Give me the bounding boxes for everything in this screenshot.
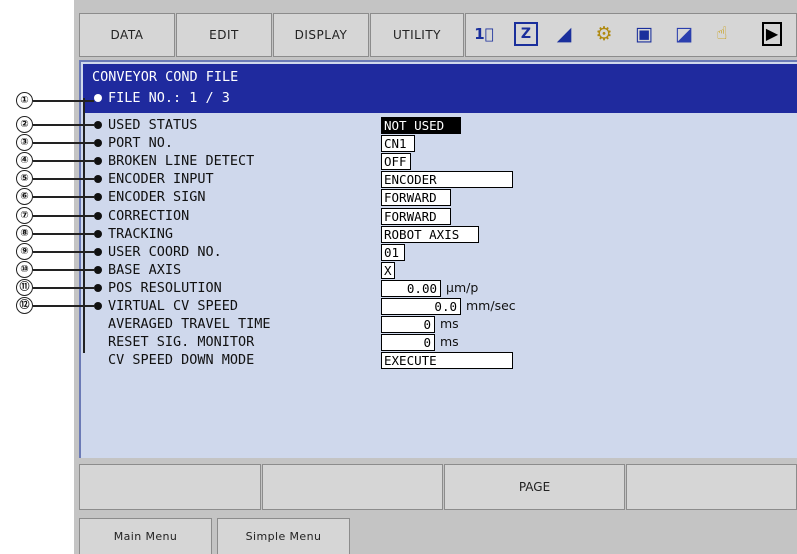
callout-connector [83, 98, 85, 353]
field-value[interactable]: NOT USED [381, 117, 461, 134]
field-value[interactable]: CN1 [381, 135, 415, 153]
field-value[interactable]: 0.00 [381, 279, 441, 297]
field-label: TRACKING [108, 225, 174, 242]
signal-icon: ◢ [556, 23, 572, 45]
field-unit: ms [440, 334, 459, 350]
field-label: VIRTUAL CV SPEED [108, 298, 239, 314]
callout-marker: ⑧ [16, 224, 33, 242]
callout-marker: ③ [16, 134, 33, 152]
top-menu-bar: DATA EDIT DISPLAY UTILITY 1⃞ Z ◢ ⚙ ▣ ◪ ☝… [79, 13, 797, 59]
callout-marker: ⑤ [16, 170, 33, 188]
callout-marker: ⑩ [16, 260, 33, 278]
field-unit: mm/sec [466, 298, 516, 313]
numbers-icon: 1⃞ [474, 25, 494, 43]
field-label: ENCODER INPUT [108, 171, 214, 188]
field-value[interactable]: 01 [381, 243, 405, 261]
callout-marker: ⑫ [16, 297, 33, 314]
function-key-1[interactable] [79, 464, 261, 510]
bullet-icon [94, 94, 102, 102]
bullet-icon [94, 302, 102, 310]
field-label: CV SPEED DOWN MODE [108, 352, 255, 369]
simple-menu-button[interactable]: Simple Menu [217, 518, 350, 554]
field-value[interactable]: 0 [381, 316, 435, 334]
edit-mode-icon: Z [514, 22, 538, 46]
gear-icon: ⚙ [595, 23, 613, 45]
page-button[interactable]: PAGE [444, 464, 625, 510]
bullet-icon [94, 247, 102, 256]
field-unit: μm/p [446, 279, 479, 295]
field-value[interactable]: ENCODER [381, 171, 513, 189]
field-value[interactable]: OFF [381, 153, 411, 171]
function-bar: PAGE [79, 464, 797, 512]
status-icon-strip: 1⃞ Z ◢ ⚙ ▣ ◪ ☝ ▶ [465, 13, 797, 57]
bullet-icon [94, 283, 102, 292]
field-label: BASE AXIS [108, 261, 182, 278]
field-value[interactable]: FORWARD [381, 207, 451, 225]
camera-icon: ▣ [635, 23, 653, 45]
field-label: CORRECTION [108, 207, 190, 224]
field-label: RESET SIG. MONITOR [108, 334, 255, 351]
callout-marker: ⑥ [16, 188, 33, 206]
field-label: ENCODER SIGN [108, 189, 206, 206]
field-value[interactable]: EXECUTE [381, 352, 513, 370]
field-value[interactable]: 0 [381, 334, 435, 352]
hand-icon: ☝ [716, 23, 728, 44]
field-value[interactable]: 0.0 [381, 298, 461, 315]
bullet-icon [94, 121, 102, 129]
field-label: PORT NO. [108, 135, 174, 152]
bullet-icon [94, 265, 102, 274]
field-unit: ms [440, 316, 459, 332]
page-title: CONVEYOR COND FILE [92, 69, 239, 85]
bullet-icon [94, 229, 102, 238]
menu-utility-button[interactable]: UTILITY [370, 13, 464, 57]
callout-marker: ① [16, 92, 33, 109]
menu-edit-button[interactable]: EDIT [176, 13, 272, 57]
callout-marker: ⑪ [16, 278, 33, 296]
field-value[interactable]: FORWARD [381, 189, 451, 207]
field-value[interactable]: X [381, 261, 395, 279]
field-label: USER COORD NO. [108, 243, 222, 260]
menu-display-button[interactable]: DISPLAY [273, 13, 369, 57]
callout-marker: ② [16, 116, 33, 133]
function-key-4[interactable] [626, 464, 797, 510]
field-value[interactable]: ROBOT AXIS [381, 225, 479, 243]
field-label: USED STATUS [108, 117, 198, 133]
main-menu-button[interactable]: Main Menu [79, 518, 212, 554]
callout-marker: ④ [16, 152, 33, 170]
field-label: AVERAGED TRAVEL TIME [108, 316, 271, 333]
function-key-2[interactable] [262, 464, 443, 510]
menu-data-button[interactable]: DATA [79, 13, 175, 57]
bullet-icon [94, 211, 102, 220]
file-number: FILE NO.: 1 / 3 [108, 90, 230, 106]
field-label: BROKEN LINE DETECT [108, 153, 255, 170]
callout-marker: ⑨ [16, 242, 33, 260]
cursor-icon: ◪ [675, 23, 693, 45]
field-label: POS RESOLUTION [108, 279, 222, 296]
play-icon: ▶ [762, 22, 782, 46]
callout-marker: ⑦ [16, 206, 33, 224]
